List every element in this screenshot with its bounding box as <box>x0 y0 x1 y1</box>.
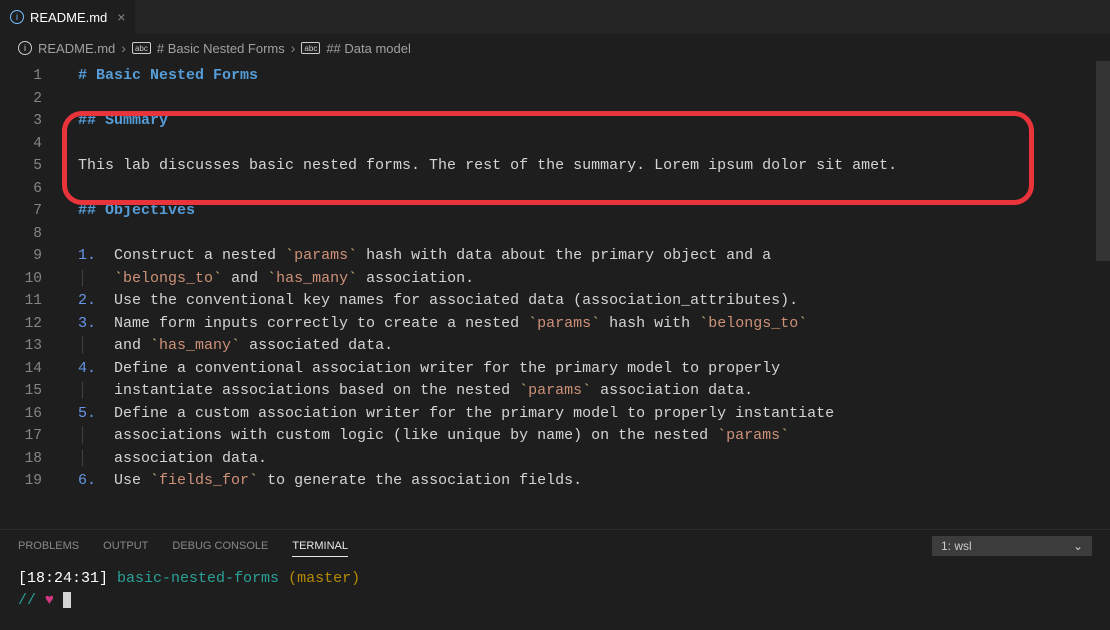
info-icon: i <box>18 41 32 55</box>
line-number: 11 <box>0 290 64 313</box>
tab-problems[interactable]: PROBLEMS <box>18 540 79 552</box>
code-line[interactable] <box>64 133 1110 156</box>
code-line[interactable]: ## Summary <box>64 110 1110 133</box>
line-number: 2 <box>0 88 64 111</box>
breadcrumb-section-2[interactable]: ## Data model <box>326 41 411 56</box>
code-line[interactable]: │ instantiate associations based on the … <box>64 380 1110 403</box>
code-line[interactable]: 5. Define a custom association writer fo… <box>64 403 1110 426</box>
scrollbar-thumb[interactable] <box>1096 61 1110 261</box>
breadcrumb-file[interactable]: README.md <box>38 41 115 56</box>
code-line[interactable]: 4. Define a conventional association wri… <box>64 358 1110 381</box>
tab-output[interactable]: OUTPUT <box>103 540 148 552</box>
symbol-string-icon: abc <box>132 42 151 54</box>
chevron-down-icon: ⌄ <box>1073 539 1083 553</box>
code-line[interactable] <box>64 88 1110 111</box>
terminal-branch: (master) <box>288 570 360 587</box>
line-number: 16 <box>0 403 64 426</box>
line-number: 6 <box>0 178 64 201</box>
line-number: 14 <box>0 358 64 381</box>
terminal-time: [18:24:31] <box>18 570 108 587</box>
line-number: 7 <box>0 200 64 223</box>
code-line[interactable]: 6. Use `fields_for` to generate the asso… <box>64 470 1110 493</box>
code-line[interactable]: │ association data. <box>64 448 1110 471</box>
line-number: 12 <box>0 313 64 336</box>
code-line[interactable]: │ associations with custom logic (like u… <box>64 425 1110 448</box>
close-icon[interactable]: × <box>117 9 125 25</box>
code-line[interactable]: ## Objectives <box>64 200 1110 223</box>
line-number: 19 <box>0 470 64 493</box>
terminal-prompt-slash: // <box>18 592 36 609</box>
info-icon: i <box>10 10 24 24</box>
tab-readme[interactable]: i README.md × <box>0 0 136 34</box>
code-line[interactable]: │ and `has_many` associated data. <box>64 335 1110 358</box>
line-number: 17 <box>0 425 64 448</box>
chevron-right-icon: › <box>291 40 296 56</box>
line-number: 3 <box>0 110 64 133</box>
chevron-right-icon: › <box>121 40 126 56</box>
line-number-gutter: 12345678910111213141516171819 <box>0 61 64 529</box>
terminal-dir: basic-nested-forms <box>117 570 279 587</box>
tab-terminal[interactable]: TERMINAL <box>292 540 348 557</box>
tab-filename: README.md <box>30 10 107 25</box>
panel-tabs: PROBLEMS OUTPUT DEBUG CONSOLE TERMINAL 1… <box>0 529 1110 562</box>
code-line[interactable] <box>64 223 1110 246</box>
editor[interactable]: 12345678910111213141516171819 # Basic Ne… <box>0 61 1110 529</box>
terminal-selector[interactable]: 1: wsl ⌄ <box>932 536 1092 556</box>
tab-debug-console[interactable]: DEBUG CONSOLE <box>172 540 268 552</box>
line-number: 8 <box>0 223 64 246</box>
code-line[interactable]: This lab discusses basic nested forms. T… <box>64 155 1110 178</box>
line-number: 15 <box>0 380 64 403</box>
code-line[interactable] <box>64 178 1110 201</box>
code-line[interactable]: 2. Use the conventional key names for as… <box>64 290 1110 313</box>
line-number: 5 <box>0 155 64 178</box>
line-number: 18 <box>0 448 64 471</box>
line-number: 9 <box>0 245 64 268</box>
code-line[interactable]: │ `belongs_to` and `has_many` associatio… <box>64 268 1110 291</box>
terminal-cursor <box>63 592 71 608</box>
breadcrumb[interactable]: i README.md › abc # Basic Nested Forms ›… <box>0 35 1110 61</box>
line-number: 10 <box>0 268 64 291</box>
terminal[interactable]: [18:24:31] basic-nested-forms (master) /… <box>0 562 1110 630</box>
breadcrumb-section-1[interactable]: # Basic Nested Forms <box>157 41 285 56</box>
symbol-string-icon: abc <box>301 42 320 54</box>
tab-bar: i README.md × <box>0 0 1110 35</box>
code-area[interactable]: # Basic Nested Forms ## Summary This lab d… <box>64 61 1110 529</box>
heart-icon: ♥ <box>45 592 54 609</box>
code-line[interactable]: # Basic Nested Forms <box>64 65 1110 88</box>
line-number: 4 <box>0 133 64 156</box>
line-number: 1 <box>0 65 64 88</box>
code-line[interactable]: 3. Name form inputs correctly to create … <box>64 313 1110 336</box>
line-number: 13 <box>0 335 64 358</box>
code-line[interactable]: 1. Construct a nested `params` hash with… <box>64 245 1110 268</box>
terminal-select-value: 1: wsl <box>941 539 972 553</box>
scrollbar-vertical[interactable] <box>1096 61 1110 529</box>
